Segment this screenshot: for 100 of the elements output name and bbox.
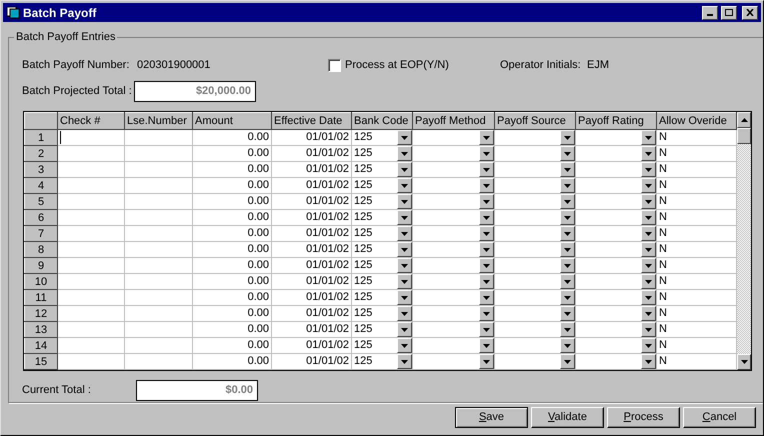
dropdown-button[interactable]: [641, 274, 656, 289]
check-number-cell[interactable]: [58, 322, 124, 338]
table-cell[interactable]: 125: [352, 274, 397, 289]
minimize-button[interactable]: [702, 6, 718, 20]
check-number-cell[interactable]: [58, 258, 124, 274]
dropdown-button[interactable]: [397, 322, 412, 337]
table-cell[interactable]: 01/01/02: [306, 242, 349, 257]
column-header[interactable]: Payoff Source: [494, 112, 576, 130]
check-number-cell[interactable]: [58, 226, 124, 242]
dropdown-button[interactable]: [397, 210, 412, 225]
dropdown-button[interactable]: [479, 146, 494, 161]
dropdown-button[interactable]: [560, 322, 575, 337]
table-cell[interactable]: 0.00: [248, 274, 269, 289]
action-button[interactable]: Validate: [531, 407, 604, 428]
table-cell[interactable]: 01/01/02: [306, 274, 349, 289]
dropdown-button[interactable]: [479, 194, 494, 209]
table-cell[interactable]: N: [659, 306, 667, 321]
table-cell[interactable]: 01/01/02: [306, 338, 349, 353]
column-header[interactable]: Allow Overide: [656, 112, 736, 130]
table-cell[interactable]: N: [659, 290, 667, 305]
row-header[interactable]: 14: [24, 338, 58, 354]
check-number-cell[interactable]: [58, 338, 124, 354]
table-cell[interactable]: 01/01/02: [306, 178, 349, 193]
check-number-cell[interactable]: [58, 178, 124, 194]
dropdown-button[interactable]: [641, 162, 656, 177]
dropdown-button[interactable]: [397, 306, 412, 321]
table-cell[interactable]: 0.00: [248, 146, 269, 161]
table-cell[interactable]: 0.00: [248, 322, 269, 337]
table-cell[interactable]: 125: [352, 130, 397, 145]
column-header[interactable]: Check #: [58, 112, 124, 130]
check-number-cell[interactable]: [58, 354, 124, 370]
check-number-cell[interactable]: [58, 162, 124, 178]
check-number-cell[interactable]: [58, 274, 124, 290]
table-cell[interactable]: 0.00: [248, 306, 269, 321]
check-number-cell[interactable]: [58, 306, 124, 322]
check-number-cell[interactable]: [58, 146, 124, 162]
dropdown-button[interactable]: [560, 162, 575, 177]
table-cell[interactable]: 01/01/02: [306, 162, 349, 177]
dropdown-button[interactable]: [397, 130, 412, 145]
row-header[interactable]: 2: [24, 146, 58, 162]
dropdown-button[interactable]: [560, 338, 575, 353]
table-cell[interactable]: N: [659, 178, 667, 193]
row-header[interactable]: 4: [24, 178, 58, 194]
check-number-cell[interactable]: [58, 210, 124, 226]
table-cell[interactable]: 125: [352, 194, 397, 209]
dropdown-button[interactable]: [560, 306, 575, 321]
dropdown-button[interactable]: [397, 178, 412, 193]
row-header[interactable]: 7: [24, 226, 58, 242]
dropdown-button[interactable]: [641, 146, 656, 161]
table-cell[interactable]: 01/01/02: [306, 354, 349, 369]
row-header[interactable]: 9: [24, 258, 58, 274]
dropdown-button[interactable]: [397, 242, 412, 257]
check-number-cell[interactable]: [58, 130, 124, 146]
dropdown-button[interactable]: [641, 226, 656, 241]
action-button[interactable]: Process: [607, 407, 680, 428]
dropdown-button[interactable]: [479, 178, 494, 193]
table-cell[interactable]: 125: [352, 290, 397, 305]
check-number-cell[interactable]: [58, 194, 124, 210]
dropdown-button[interactable]: [641, 306, 656, 321]
table-cell[interactable]: 0.00: [248, 130, 269, 145]
table-cell[interactable]: 0.00: [248, 210, 269, 225]
table-cell[interactable]: N: [659, 226, 667, 241]
dropdown-button[interactable]: [397, 162, 412, 177]
row-header[interactable]: 11: [24, 290, 58, 306]
dropdown-button[interactable]: [479, 258, 494, 273]
table-cell[interactable]: N: [659, 274, 667, 289]
dropdown-button[interactable]: [397, 226, 412, 241]
check-number-cell[interactable]: [58, 290, 124, 306]
table-cell[interactable]: 125: [352, 162, 397, 177]
row-header[interactable]: 13: [24, 322, 58, 338]
row-header[interactable]: 15: [24, 354, 58, 370]
dropdown-button[interactable]: [560, 290, 575, 305]
dropdown-button[interactable]: [560, 146, 575, 161]
table-cell[interactable]: 01/01/02: [306, 226, 349, 241]
scroll-down-button[interactable]: [737, 354, 751, 370]
row-header[interactable]: 6: [24, 210, 58, 226]
table-cell[interactable]: 0.00: [248, 338, 269, 353]
dropdown-button[interactable]: [479, 226, 494, 241]
table-cell[interactable]: 01/01/02: [306, 258, 349, 273]
dropdown-button[interactable]: [397, 194, 412, 209]
dropdown-button[interactable]: [397, 258, 412, 273]
dropdown-button[interactable]: [560, 210, 575, 225]
row-header[interactable]: 10: [24, 274, 58, 290]
dropdown-button[interactable]: [560, 258, 575, 273]
dropdown-button[interactable]: [479, 306, 494, 321]
action-button[interactable]: Cancel: [683, 407, 756, 428]
dropdown-button[interactable]: [479, 338, 494, 353]
column-header[interactable]: Payoff Method: [412, 112, 494, 130]
dropdown-button[interactable]: [641, 242, 656, 257]
dropdown-button[interactable]: [479, 162, 494, 177]
table-cell[interactable]: 125: [352, 306, 397, 321]
table-cell[interactable]: 125: [352, 322, 397, 337]
table-cell[interactable]: 01/01/02: [306, 194, 349, 209]
table-cell[interactable]: N: [659, 194, 667, 209]
dropdown-button[interactable]: [560, 242, 575, 257]
dropdown-button[interactable]: [479, 290, 494, 305]
dropdown-button[interactable]: [560, 274, 575, 289]
column-header[interactable]: Effective Date: [272, 112, 352, 130]
table-cell[interactable]: 125: [352, 210, 397, 225]
dropdown-button[interactable]: [479, 274, 494, 289]
